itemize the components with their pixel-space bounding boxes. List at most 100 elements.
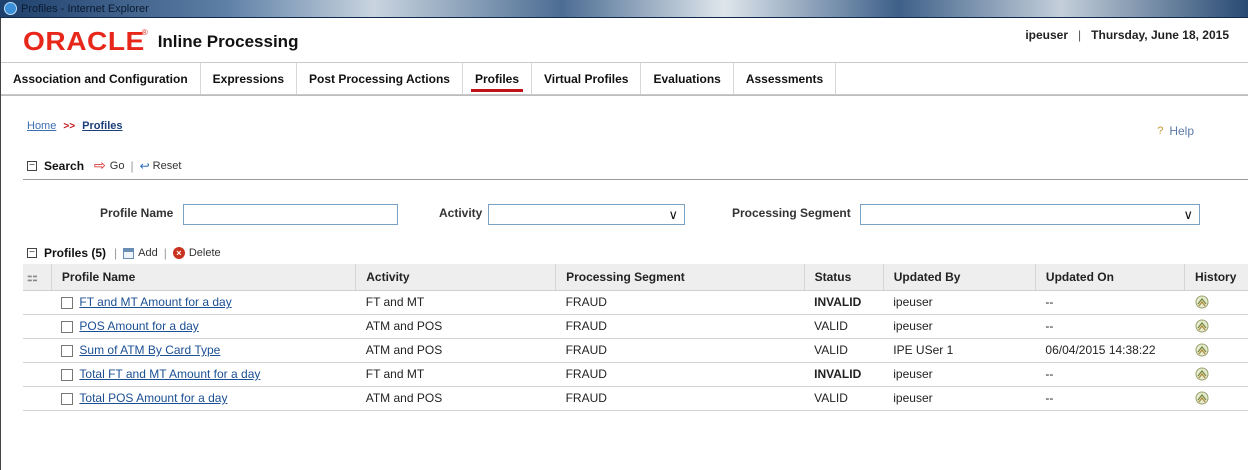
go-arrow-icon: ⇨: [94, 157, 106, 173]
profile-name-cell: Sum of ATM By Card Type: [51, 338, 356, 363]
search-header: − Search ⇨ Go | ↩ Reset: [27, 157, 181, 174]
add-button[interactable]: Add: [138, 247, 158, 259]
updated-by-cell: IPE USer 1: [883, 338, 1036, 363]
column-header-updated-by[interactable]: Updated By: [883, 264, 1036, 291]
row-checkbox[interactable]: [61, 320, 74, 333]
help-label: Help: [1169, 124, 1194, 138]
row-spacer: [23, 314, 52, 339]
row-checkbox[interactable]: [61, 296, 74, 309]
profile-name-cell: FT and MT Amount for a day: [51, 290, 356, 315]
updated-by-cell: ipeuser: [883, 362, 1036, 387]
profiles-title: Profiles (5): [44, 246, 107, 260]
breadcrumb-home[interactable]: Home: [27, 120, 56, 132]
history-icon[interactable]: [1195, 367, 1209, 381]
processing-segment-label: Processing Segment: [732, 206, 851, 220]
tab-assessments[interactable]: Assessments: [734, 63, 837, 94]
history-cell: [1184, 386, 1248, 411]
row-checkbox[interactable]: [61, 344, 74, 357]
history-icon[interactable]: [1195, 343, 1209, 357]
profiles-header: − Profiles (5) | Add | × Delete: [27, 246, 221, 260]
segment-cell: FRAUD: [555, 290, 805, 315]
breadcrumb-current[interactable]: Profiles: [82, 120, 122, 132]
delete-icon: ×: [172, 247, 185, 259]
breadcrumb-separator: >>: [63, 121, 76, 132]
main-tabs: Association and Configuration Expressions…: [1, 63, 1248, 94]
tab-virtual-profiles[interactable]: Virtual Profiles: [532, 63, 642, 94]
column-header-processing-segment[interactable]: Processing Segment: [555, 264, 805, 291]
segment-cell: FRAUD: [555, 362, 805, 387]
search-collapse-toggle[interactable]: −: [27, 160, 37, 171]
processing-segment-select[interactable]: ∨: [860, 204, 1200, 225]
username: ipeuser: [1025, 28, 1069, 42]
updated-by-cell: ipeuser: [883, 386, 1036, 411]
row-spacer: [23, 338, 52, 363]
column-header-profile-name[interactable]: Profile Name: [51, 264, 357, 291]
updated-by-cell: ipeuser: [883, 290, 1036, 315]
table-row: Sum of ATM By Card Type ATM and POS FRAUD V…: [23, 338, 1248, 363]
table-row: FT and MT Amount for a day FT and MT FRAUD…: [23, 290, 1248, 315]
history-icon[interactable]: [1195, 319, 1209, 333]
updated-on-cell: --: [1035, 386, 1185, 411]
segment-cell: FRAUD: [555, 386, 805, 411]
activity-label: Activity: [439, 206, 483, 220]
activity-cell: FT and MT: [355, 290, 556, 315]
activity-cell: ATM and POS: [355, 314, 556, 339]
app-frame: ORACLE ® Inline Processing ipeuser | Thu…: [0, 18, 1248, 470]
tab-evaluations[interactable]: Evaluations: [641, 63, 734, 94]
column-header-activity[interactable]: Activity: [355, 264, 557, 291]
window-titlebar: Profiles - Internet Explorer: [0, 0, 1248, 18]
tab-association-and-configuration[interactable]: Association and Configuration: [1, 63, 201, 94]
main-content: Home >> Profiles ? Help − Search ⇨ Go | …: [1, 95, 1248, 452]
history-cell: [1184, 338, 1248, 363]
profile-name-label: Profile Name: [100, 206, 174, 220]
select-all-icon[interactable]: ⚏: [23, 264, 52, 291]
profile-link[interactable]: Sum of ATM By Card Type: [79, 343, 220, 357]
chevron-down-icon: ∨: [1183, 207, 1193, 222]
row-checkbox[interactable]: [61, 368, 74, 381]
reset-button[interactable]: Reset: [153, 160, 182, 172]
go-button[interactable]: Go: [110, 160, 125, 172]
activity-cell: FT and MT: [355, 362, 556, 387]
profile-link[interactable]: FT and MT Amount for a day: [79, 295, 231, 309]
history-cell: [1184, 362, 1248, 387]
toolbar-divider: |: [130, 158, 134, 173]
status-cell: INVALID: [804, 362, 884, 387]
status-cell: VALID: [804, 314, 884, 339]
chevron-down-icon: ∨: [668, 207, 678, 222]
column-header-status[interactable]: Status: [804, 264, 884, 291]
table-row: POS Amount for a day ATM and POS FRAUD VALI…: [23, 314, 1248, 339]
oracle-logo: ORACLE: [23, 26, 145, 56]
tab-profiles[interactable]: Profiles: [463, 63, 532, 94]
history-cell: [1184, 314, 1248, 339]
product-name: Inline Processing: [157, 31, 299, 51]
history-cell: [1184, 290, 1248, 315]
delete-button[interactable]: Delete: [189, 247, 221, 259]
search-divider: [23, 179, 1248, 180]
reset-icon: ↩: [139, 158, 150, 173]
updated-on-cell: 06/04/2015 14:38:22: [1035, 338, 1185, 363]
profile-link[interactable]: Total FT and MT Amount for a day: [79, 367, 260, 381]
tab-expressions[interactable]: Expressions: [201, 63, 298, 94]
column-header-history[interactable]: History: [1184, 264, 1248, 291]
profile-link[interactable]: Total POS Amount for a day: [79, 391, 227, 405]
tab-post-processing-actions[interactable]: Post Processing Actions: [297, 63, 463, 94]
activity-cell: ATM and POS: [355, 338, 556, 363]
help-link[interactable]: ? Help: [1157, 124, 1194, 138]
status-cell: VALID: [804, 386, 884, 411]
ie-icon: [4, 2, 17, 15]
profile-link[interactable]: POS Amount for a day: [79, 319, 198, 333]
history-icon[interactable]: [1195, 295, 1209, 309]
history-icon[interactable]: [1195, 391, 1209, 405]
profile-name-cell: Total FT and MT Amount for a day: [51, 362, 356, 387]
user-info: ipeuser | Thursday, June 18, 2015: [1025, 28, 1229, 42]
registered-mark: ®: [141, 28, 148, 37]
profile-name-input[interactable]: [183, 204, 398, 225]
profiles-collapse-toggle[interactable]: −: [27, 248, 37, 258]
column-header-updated-on[interactable]: Updated On: [1035, 264, 1186, 291]
profile-name-cell: Total POS Amount for a day: [51, 386, 356, 411]
toolbar-divider: |: [163, 246, 167, 260]
table-row: Total POS Amount for a day ATM and POS FRA…: [23, 386, 1248, 411]
row-checkbox[interactable]: [61, 392, 74, 405]
row-spacer: [23, 386, 52, 411]
activity-select[interactable]: ∨: [488, 204, 685, 225]
